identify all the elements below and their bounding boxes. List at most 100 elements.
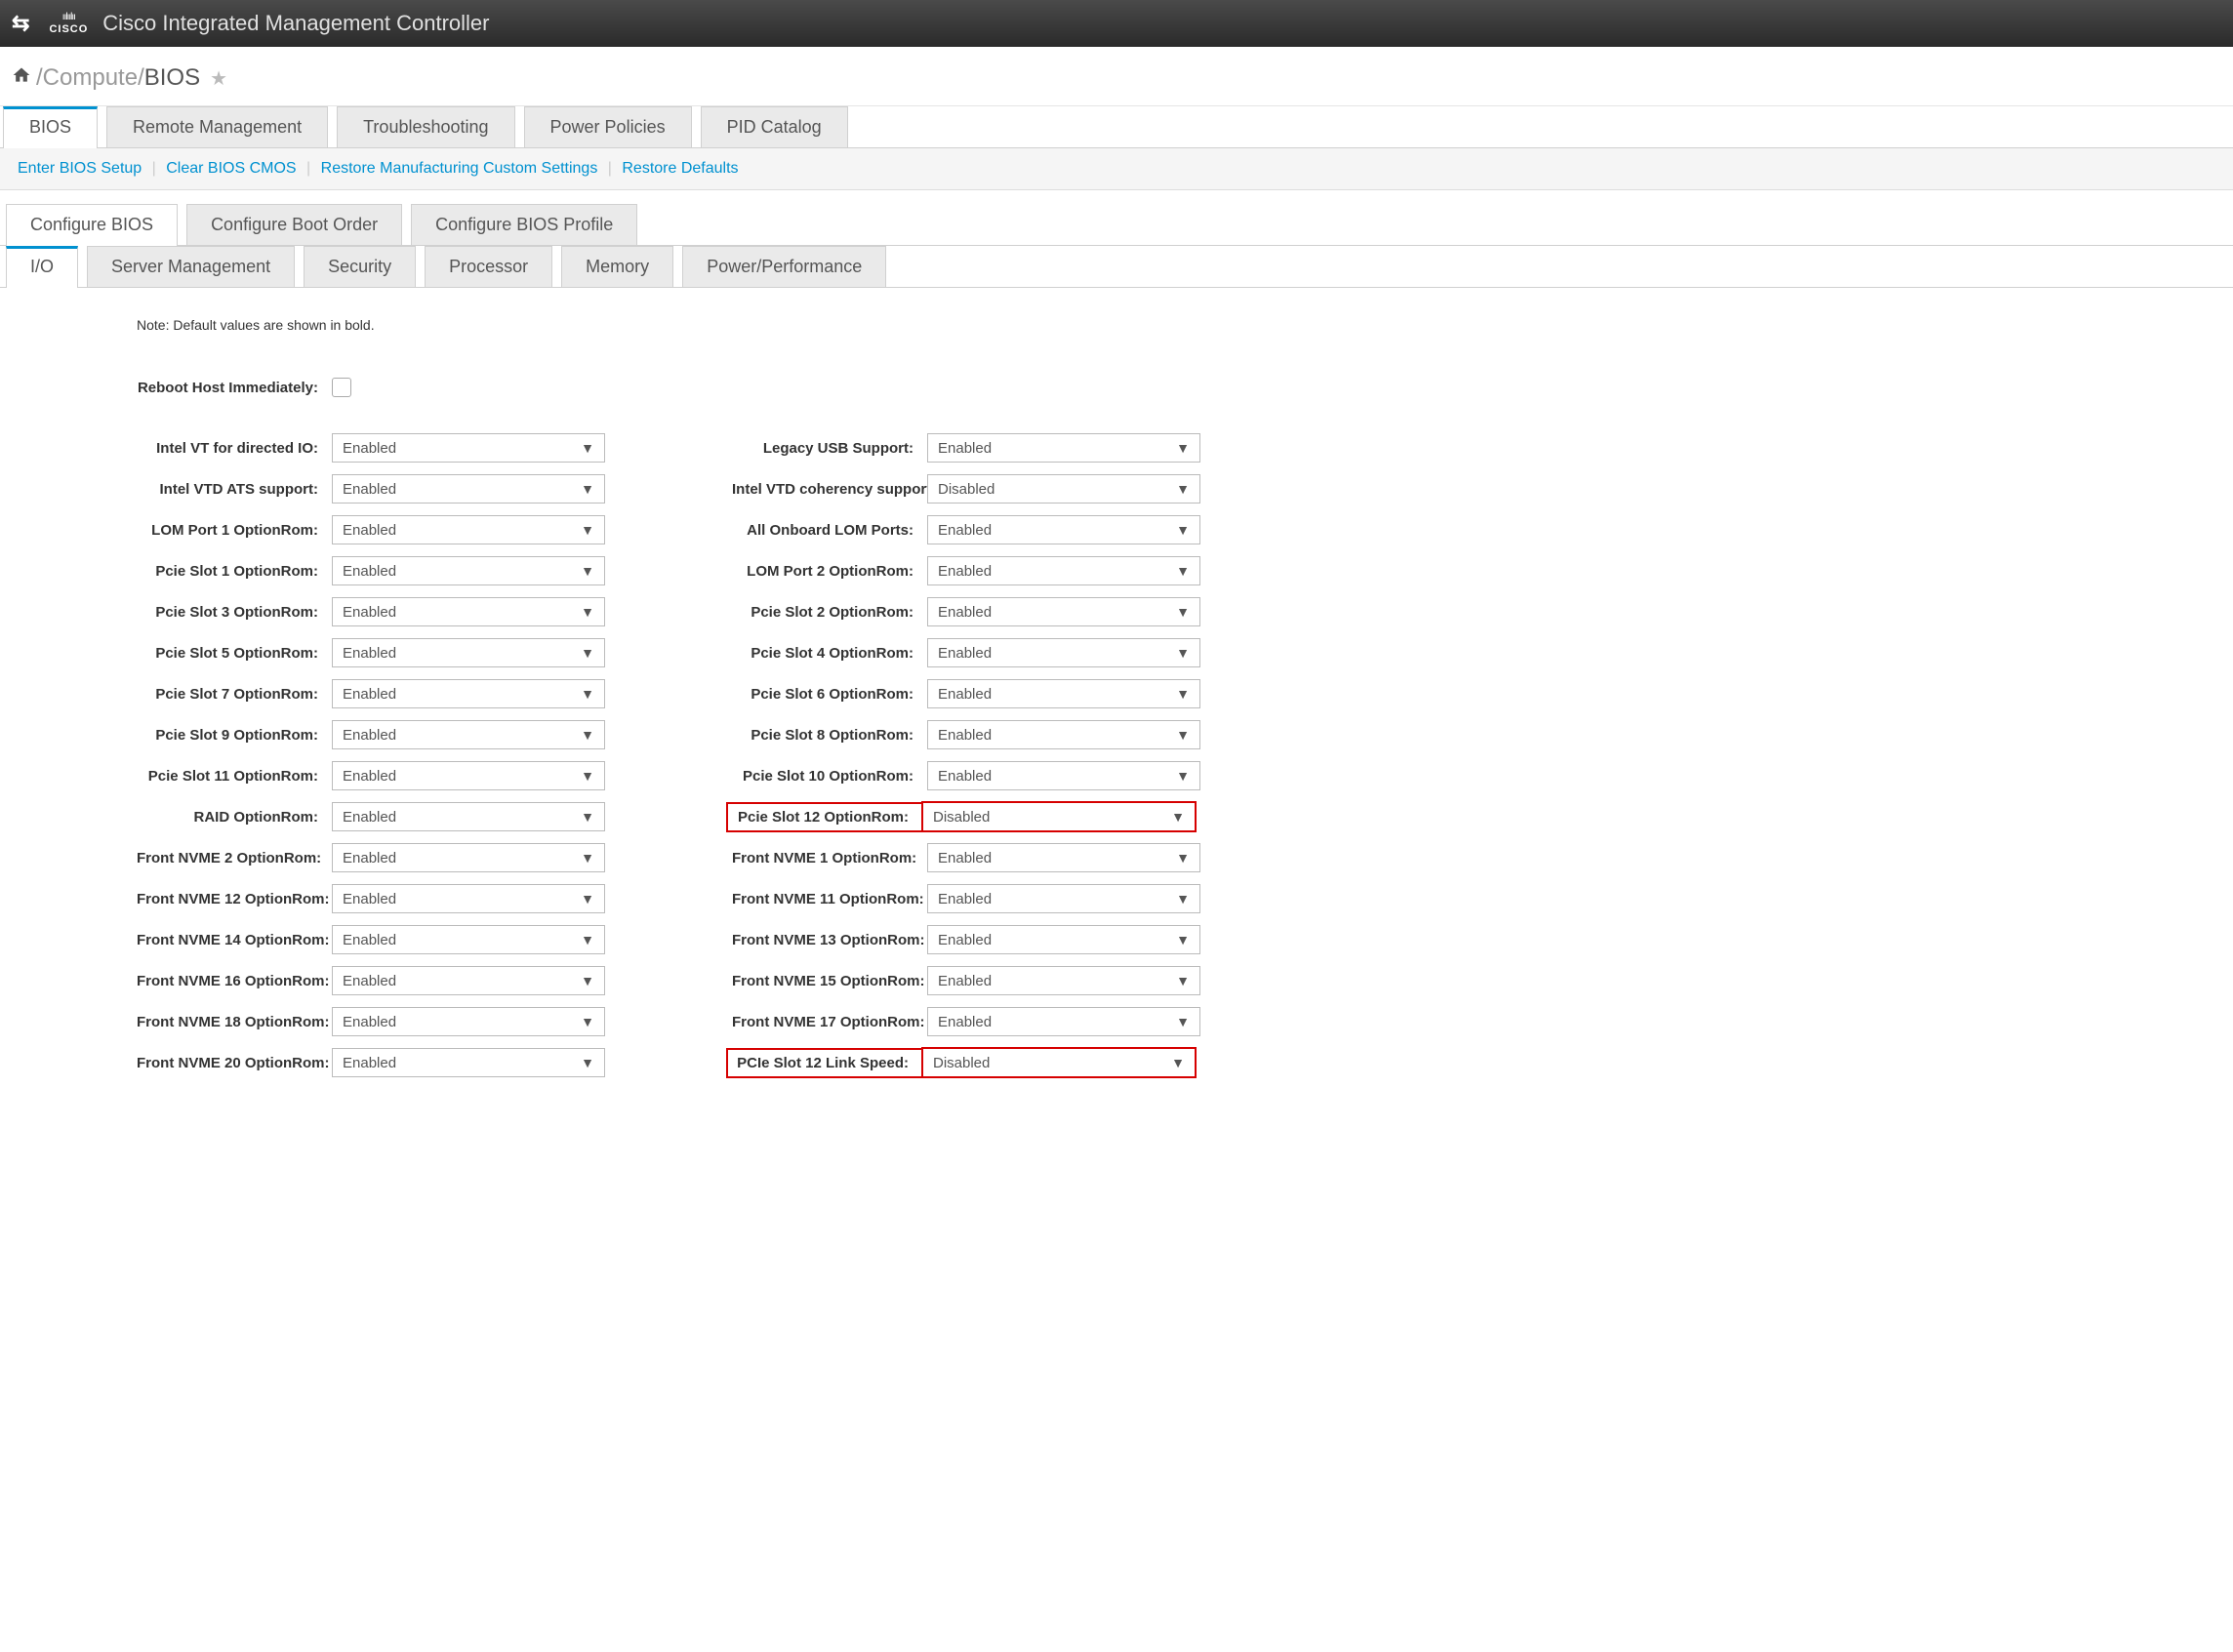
setting-row-pcie-slot-3-optionrom: Pcie Slot 3 OptionRom:Enabled▼ (137, 596, 605, 627)
tab-power-performance[interactable]: Power/Performance (682, 246, 886, 287)
setting-row-pcie-slot-1-optionrom: Pcie Slot 1 OptionRom:Enabled▼ (137, 555, 605, 586)
setting-label-pcie-slot-1-optionrom: Pcie Slot 1 OptionRom: (137, 563, 332, 580)
setting-row-pcie-slot-12-link-speed: PCIe Slot 12 Link Speed:Disabled▼ (732, 1047, 1200, 1078)
cisco-logo-bars: ıılıılıı (62, 13, 75, 22)
chevron-down-icon: ▼ (581, 727, 594, 743)
breadcrumb-sep: / (36, 64, 43, 92)
chevron-down-icon: ▼ (1176, 1014, 1190, 1029)
setting-select-legacy-usb-support[interactable]: Enabled▼ (927, 433, 1200, 463)
setting-select-pcie-slot-6-optionrom[interactable]: Enabled▼ (927, 679, 1200, 708)
tab-troubleshooting[interactable]: Troubleshooting (337, 106, 514, 147)
tab-i-o[interactable]: I/O (6, 246, 78, 288)
setting-select-all-onboard-lom-ports[interactable]: Enabled▼ (927, 515, 1200, 544)
setting-select-pcie-slot-12-link-speed[interactable]: Disabled▼ (922, 1048, 1196, 1077)
setting-label-front-nvme-12-optionrom: Front NVME 12 OptionRom: (137, 891, 332, 907)
setting-select-pcie-slot-2-optionrom[interactable]: Enabled▼ (927, 597, 1200, 626)
setting-select-pcie-slot-4-optionrom[interactable]: Enabled▼ (927, 638, 1200, 667)
setting-select-front-nvme-11-optionrom[interactable]: Enabled▼ (927, 884, 1200, 913)
menu-icon[interactable]: ⇆ (12, 11, 29, 36)
setting-label-front-nvme-20-optionrom: Front NVME 20 OptionRom: (137, 1055, 332, 1071)
setting-select-front-nvme-17-optionrom[interactable]: Enabled▼ (927, 1007, 1200, 1036)
tab-bios[interactable]: BIOS (3, 106, 98, 148)
setting-value: Enabled (333, 1055, 581, 1071)
setting-select-pcie-slot-3-optionrom[interactable]: Enabled▼ (332, 597, 605, 626)
action-link-restore-defaults[interactable]: Restore Defaults (622, 160, 738, 177)
main-tabs: BIOSRemote ManagementTroubleshootingPowe… (0, 106, 2233, 148)
tab-memory[interactable]: Memory (561, 246, 673, 287)
chevron-down-icon: ▼ (581, 522, 594, 538)
setting-select-intel-vtd-ats-support[interactable]: Enabled▼ (332, 474, 605, 504)
home-icon[interactable] (12, 65, 31, 91)
setting-select-front-nvme-15-optionrom[interactable]: Enabled▼ (927, 966, 1200, 995)
setting-select-pcie-slot-12-optionrom[interactable]: Disabled▼ (922, 802, 1196, 831)
chevron-down-icon: ▼ (581, 932, 594, 947)
setting-row-front-nvme-16-optionrom: Front NVME 16 OptionRom:Enabled▼ (137, 965, 605, 996)
setting-row-lom-port-2-optionrom: LOM Port 2 OptionRom:Enabled▼ (732, 555, 1200, 586)
tab-configure-boot-order[interactable]: Configure Boot Order (186, 204, 402, 245)
setting-select-pcie-slot-5-optionrom[interactable]: Enabled▼ (332, 638, 605, 667)
tab-configure-bios-profile[interactable]: Configure BIOS Profile (411, 204, 637, 245)
setting-value: Enabled (333, 768, 581, 785)
setting-select-front-nvme-20-optionrom[interactable]: Enabled▼ (332, 1048, 605, 1077)
setting-select-lom-port-1-optionrom[interactable]: Enabled▼ (332, 515, 605, 544)
chevron-down-icon: ▼ (1176, 932, 1190, 947)
setting-value: Enabled (333, 973, 581, 989)
setting-row-front-nvme-18-optionrom: Front NVME 18 OptionRom:Enabled▼ (137, 1006, 605, 1037)
setting-select-lom-port-2-optionrom[interactable]: Enabled▼ (927, 556, 1200, 585)
cisco-logo: ıılıılıı CISCO (49, 13, 88, 35)
action-link-restore-manufacturing-custom-settings[interactable]: Restore Manufacturing Custom Settings (321, 160, 598, 177)
setting-row-legacy-usb-support: Legacy USB Support:Enabled▼ (732, 432, 1200, 463)
setting-label-pcie-slot-3-optionrom: Pcie Slot 3 OptionRom: (137, 604, 332, 621)
setting-value: Enabled (333, 727, 581, 744)
setting-select-front-nvme-12-optionrom[interactable]: Enabled▼ (332, 884, 605, 913)
tab-server-management[interactable]: Server Management (87, 246, 295, 287)
chevron-down-icon: ▼ (1176, 727, 1190, 743)
action-link-clear-bios-cmos[interactable]: Clear BIOS CMOS (166, 160, 296, 177)
tab-remote-management[interactable]: Remote Management (106, 106, 328, 147)
setting-select-front-nvme-2-optionrom[interactable]: Enabled▼ (332, 843, 605, 872)
setting-value: Enabled (333, 563, 581, 580)
setting-value: Enabled (333, 604, 581, 621)
setting-select-raid-optionrom[interactable]: Enabled▼ (332, 802, 605, 831)
tab-configure-bios[interactable]: Configure BIOS (6, 204, 178, 246)
setting-select-pcie-slot-9-optionrom[interactable]: Enabled▼ (332, 720, 605, 749)
chevron-down-icon: ▼ (581, 686, 594, 702)
setting-select-front-nvme-1-optionrom[interactable]: Enabled▼ (927, 843, 1200, 872)
tab-security[interactable]: Security (304, 246, 416, 287)
setting-select-pcie-slot-1-optionrom[interactable]: Enabled▼ (332, 556, 605, 585)
setting-label-intel-vtd-coherency-support: Intel VTD coherency support: (732, 481, 927, 498)
breadcrumb-compute[interactable]: Compute (43, 64, 138, 92)
chevron-down-icon: ▼ (1176, 850, 1190, 866)
setting-value: Enabled (333, 891, 581, 907)
setting-select-intel-vt-for-directed-io[interactable]: Enabled▼ (332, 433, 605, 463)
separator: | (147, 160, 160, 177)
chevron-down-icon: ▼ (1176, 645, 1190, 661)
setting-label-raid-optionrom: RAID OptionRom: (137, 809, 332, 826)
settings-col-left: Intel VT for directed IO:Enabled▼Intel V… (137, 432, 605, 1088)
reboot-host-checkbox[interactable] (332, 378, 351, 397)
setting-select-pcie-slot-8-optionrom[interactable]: Enabled▼ (927, 720, 1200, 749)
setting-row-intel-vtd-ats-support: Intel VTD ATS support:Enabled▼ (137, 473, 605, 504)
chevron-down-icon: ▼ (581, 440, 594, 456)
setting-select-pcie-slot-11-optionrom[interactable]: Enabled▼ (332, 761, 605, 790)
chevron-down-icon: ▼ (1176, 891, 1190, 907)
setting-label-front-nvme-15-optionrom: Front NVME 15 OptionRom: (732, 973, 927, 989)
setting-select-front-nvme-14-optionrom[interactable]: Enabled▼ (332, 925, 605, 954)
setting-select-pcie-slot-7-optionrom[interactable]: Enabled▼ (332, 679, 605, 708)
setting-label-front-nvme-16-optionrom: Front NVME 16 OptionRom: (137, 973, 332, 989)
action-link-enter-bios-setup[interactable]: Enter BIOS Setup (18, 160, 142, 177)
setting-select-pcie-slot-10-optionrom[interactable]: Enabled▼ (927, 761, 1200, 790)
favorite-star-icon[interactable]: ★ (210, 66, 227, 91)
setting-label-lom-port-1-optionrom: LOM Port 1 OptionRom: (137, 522, 332, 539)
setting-row-front-nvme-17-optionrom: Front NVME 17 OptionRom:Enabled▼ (732, 1006, 1200, 1037)
settings-content: Note: Default values are shown in bold. … (0, 288, 2233, 1100)
setting-select-front-nvme-13-optionrom[interactable]: Enabled▼ (927, 925, 1200, 954)
setting-select-intel-vtd-coherency-support[interactable]: Disabled▼ (927, 474, 1200, 504)
setting-select-front-nvme-16-optionrom[interactable]: Enabled▼ (332, 966, 605, 995)
tab-power-policies[interactable]: Power Policies (524, 106, 692, 147)
tab-pid-catalog[interactable]: PID Catalog (701, 106, 848, 147)
setting-select-front-nvme-18-optionrom[interactable]: Enabled▼ (332, 1007, 605, 1036)
setting-value: Enabled (928, 932, 1176, 948)
tab-processor[interactable]: Processor (425, 246, 552, 287)
setting-value: Enabled (928, 686, 1176, 703)
